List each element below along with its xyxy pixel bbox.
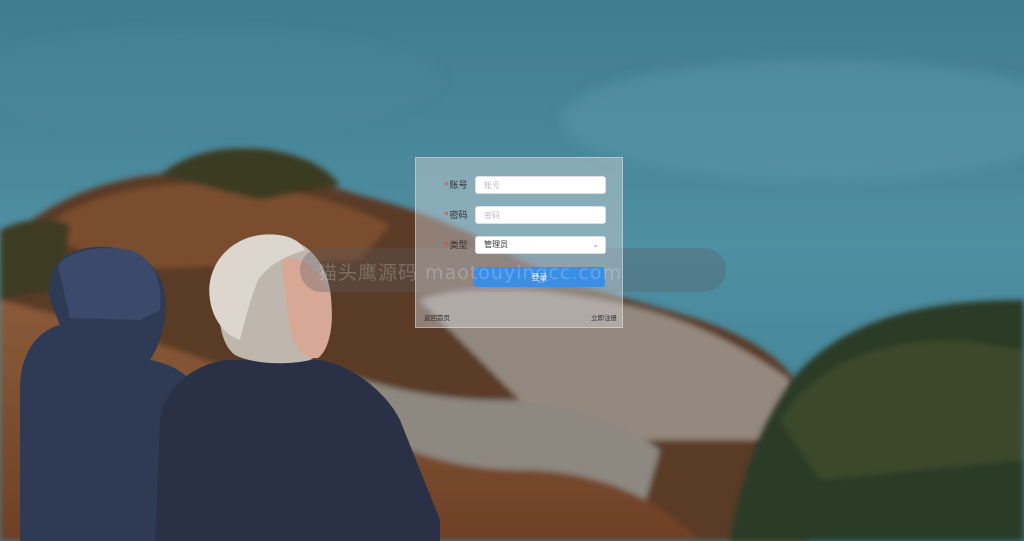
- account-input[interactable]: [475, 176, 606, 194]
- required-mark: *: [444, 241, 449, 251]
- account-label-text: 账号: [449, 181, 468, 191]
- type-select-value: 管理员: [484, 240, 508, 249]
- password-row: *密码: [416, 206, 624, 226]
- login-panel: *账号 *密码 *类型 管理员 ⌄ 返回首页 立即注册: [415, 157, 623, 328]
- password-label-text: 密码: [449, 211, 468, 221]
- required-mark: *: [444, 181, 449, 191]
- register-link[interactable]: 立即注册: [591, 312, 617, 322]
- type-label-text: 类型: [449, 241, 468, 251]
- type-row: *类型 管理员 ⌄: [416, 236, 624, 256]
- back-home-link[interactable]: 返回首页: [424, 312, 450, 322]
- password-input[interactable]: [475, 206, 606, 224]
- password-label: *密码: [444, 209, 468, 223]
- account-row: *账号: [416, 176, 624, 196]
- chevron-down-icon: ⌄: [592, 240, 599, 249]
- watermark-text: 猫头鹰源码 maotouyingcc.com: [318, 262, 623, 284]
- type-label: *类型: [444, 239, 468, 253]
- required-mark: *: [444, 211, 449, 221]
- type-select[interactable]: 管理员 ⌄: [475, 236, 606, 254]
- account-label: *账号: [444, 179, 468, 193]
